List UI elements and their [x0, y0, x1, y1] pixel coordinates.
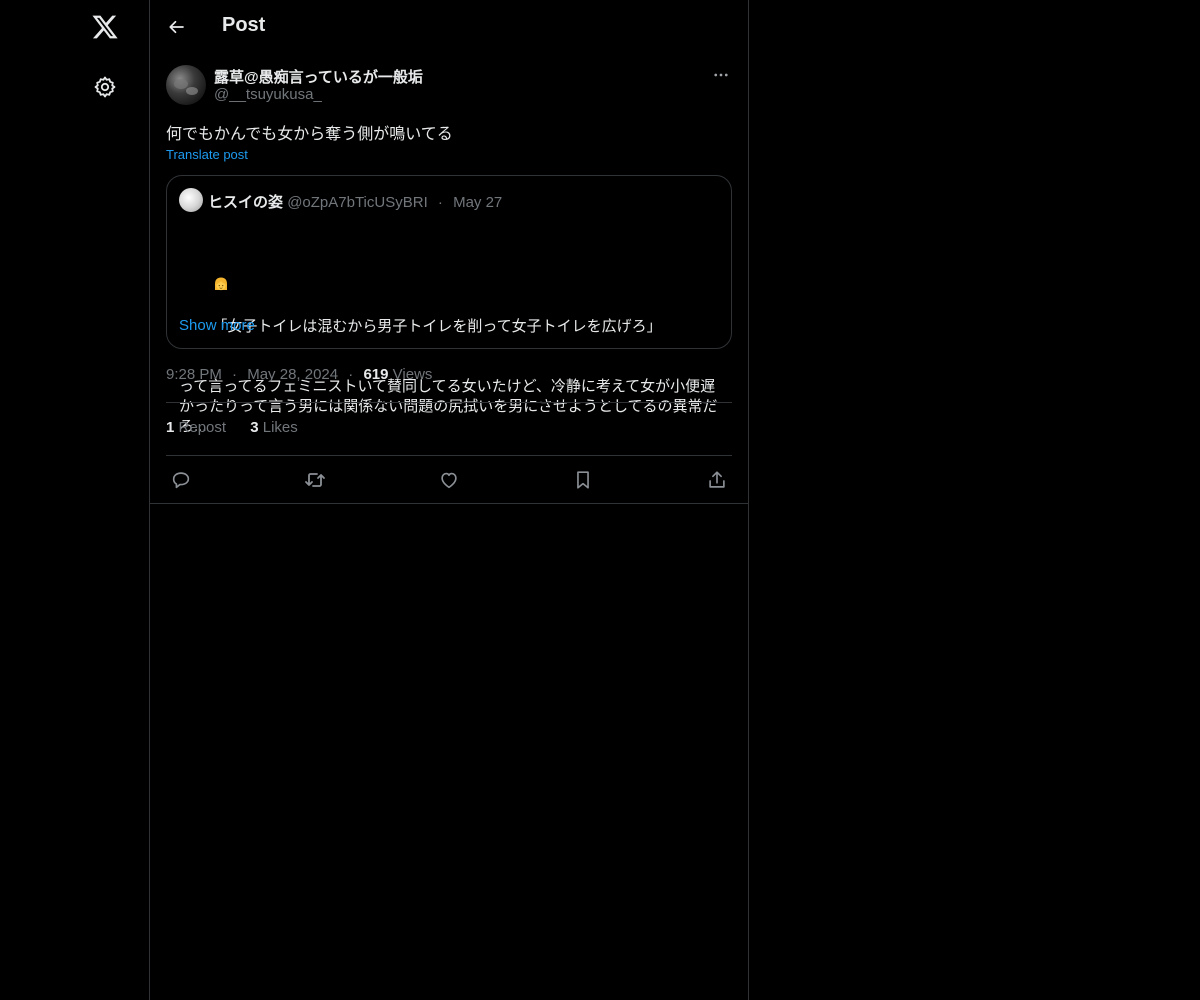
repost-icon[interactable] [302, 467, 328, 493]
separator: · [232, 366, 238, 383]
quote-date[interactable]: May 27 [453, 194, 502, 211]
likes-stat[interactable]: 3 Likes [250, 419, 298, 436]
reposts-count: 1 [166, 419, 175, 436]
likes-label: Likes [262, 419, 298, 436]
separator: · [348, 366, 354, 383]
quote-author-name[interactable]: ヒスイの姿 [208, 194, 283, 211]
divider [166, 402, 732, 403]
quote-avatar[interactable] [179, 188, 203, 212]
separator: · [437, 194, 443, 211]
x-logo-icon[interactable] [88, 10, 122, 44]
post-time[interactable]: 9:28 PM [166, 366, 222, 383]
show-more-link[interactable]: Show more [179, 317, 255, 334]
reposts-stat[interactable]: 1 Repost [166, 419, 230, 436]
quote-line: 「女子トイレは混むから男子トイレを削って女子トイレを広げろ」 [212, 318, 662, 335]
more-horizontal-icon[interactable] [710, 64, 732, 86]
quote-body: 「女子トイレは混むから男子トイレを削って女子トイレを広げろ」 って言ってるフェミ… [179, 216, 724, 437]
post-stats: 1 Repost 3 Likes [166, 419, 318, 436]
quote-line: かったりって言う男には関係ない問題の尻拭いを男にさせようとしてるの異常だ [179, 398, 718, 415]
author-name[interactable]: 露草@愚痴言っているが一般垢 [214, 66, 423, 87]
translate-post-link[interactable]: Translate post [166, 147, 248, 162]
divider [166, 455, 732, 456]
quote-author-handle[interactable]: @oZpA7bTicUSyBRI [287, 194, 428, 211]
arrow-left-icon[interactable] [164, 14, 190, 40]
share-icon[interactable] [704, 467, 730, 493]
header: Post [150, 0, 748, 54]
main-column: Post 露草@愚痴言っているが一般垢 @__tsuyukusa_ 何でもかんで… [149, 0, 749, 1000]
like-icon[interactable] [436, 467, 462, 493]
divider [150, 503, 748, 504]
views-count: 619 [363, 366, 389, 383]
woman-emoji-icon [212, 236, 230, 291]
avatar[interactable] [166, 65, 206, 105]
reposts-label: Repost [178, 419, 227, 436]
views-label: Views [392, 366, 433, 383]
reply-icon[interactable] [168, 467, 194, 493]
page-title: Post [222, 14, 266, 36]
likes-count: 3 [250, 419, 259, 436]
bookmark-icon[interactable] [570, 467, 596, 493]
action-bar [166, 462, 732, 496]
quoted-post[interactable]: ヒスイの姿 @oZpA7bTicUSyBRI · May 27 「女子トイレは混… [166, 175, 732, 435]
post-author: 露草@愚痴言っているが一般垢 @__tsuyukusa_ [166, 64, 732, 108]
quote-header: ヒスイの姿 @oZpA7bTicUSyBRI · May 27 [208, 191, 502, 212]
author-handle[interactable]: @__tsuyukusa_ [214, 86, 322, 103]
post-meta: 9:28 PM · May 28, 2024 · 619 Views [166, 366, 432, 383]
post-text: 何でもかんでも女から奪う側が鳴いてる [166, 126, 453, 143]
gear-icon[interactable] [88, 70, 122, 104]
sidebar [0, 0, 150, 1000]
post-date[interactable]: May 28, 2024 [247, 366, 338, 383]
